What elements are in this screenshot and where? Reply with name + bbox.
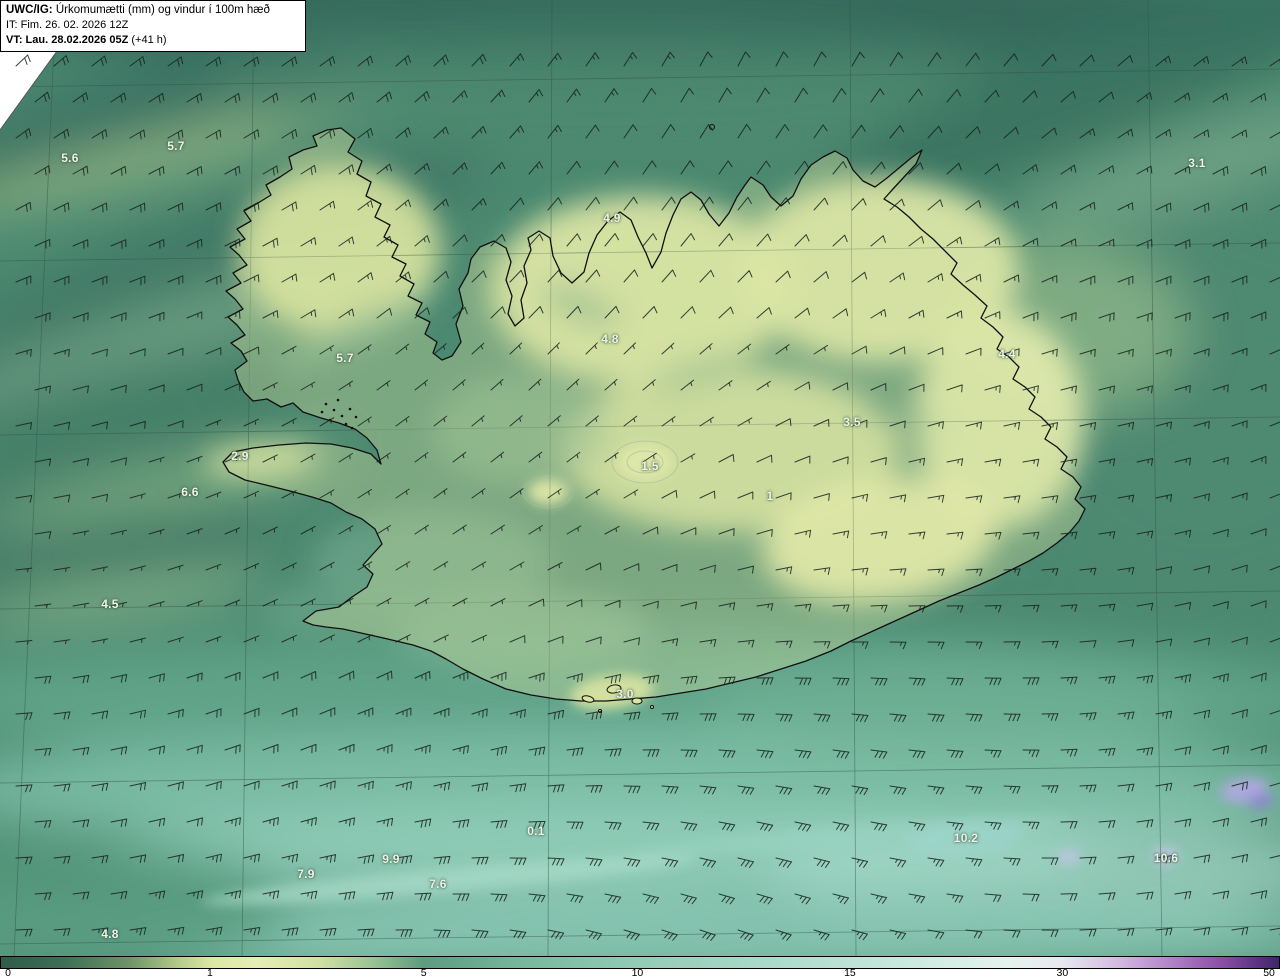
precip-wind-field (0, 0, 1280, 956)
colorbar-tick-label: 5 (421, 968, 427, 978)
valid-offset: (+41 h) (131, 34, 166, 46)
product-title-line: UWC/IG: Úrkomumætti (mm) og vindur í 100… (6, 3, 300, 18)
map-canvas (0, 0, 1280, 956)
colorbar-tick-label: 0 (5, 968, 11, 978)
colorbar-tick-label: 10 (632, 968, 644, 978)
colorbar-tick-label: 50 (1263, 968, 1275, 978)
colorbar-tick-label: 15 (844, 968, 856, 978)
colorbar-ticks: 01510153050 (0, 968, 1280, 978)
colorbar-tick-label: 1 (207, 968, 213, 978)
title-box: UWC/IG: Úrkomumætti (mm) og vindur í 100… (0, 0, 306, 52)
product-label: UWC/IG: (6, 4, 53, 16)
colorbar: 01510153050 (0, 956, 1280, 978)
valid-time-line: VT: Lau. 28.02.2026 05Z (+41 h) (6, 33, 300, 48)
valid-time: VT: Lau. 28.02.2026 05Z (6, 34, 128, 46)
weather-map: 5.65.74.93.14.85.74.43.52.91.56.614.53.0… (0, 0, 1280, 978)
product-title: Úrkomumætti (mm) og vindur í 100m hæð (56, 4, 270, 16)
init-time-line: IT: Fim. 26. 02. 2026 12Z (6, 18, 300, 33)
colorbar-tick-label: 30 (1057, 968, 1069, 978)
